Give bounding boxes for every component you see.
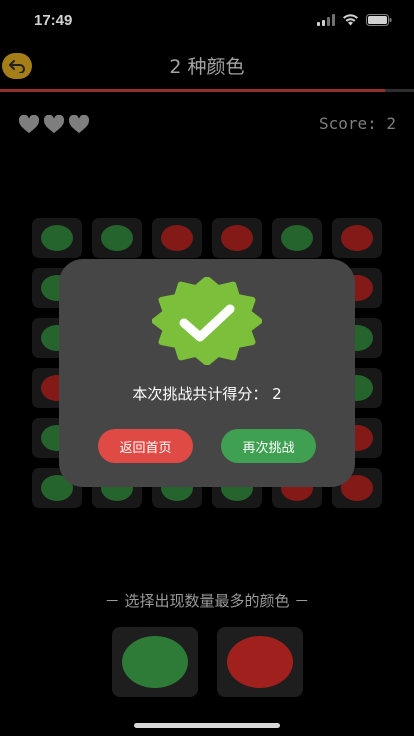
return-home-button[interactable]: 返回首页 bbox=[98, 429, 193, 463]
result-modal: 本次挑战共计得分： 2 返回首页 再次挑战 bbox=[59, 259, 355, 487]
result-score-text: 本次挑战共计得分： 2 bbox=[132, 385, 282, 403]
home-indicator bbox=[134, 723, 280, 728]
choice-red-dot bbox=[227, 636, 293, 688]
choice-red-button[interactable] bbox=[217, 627, 303, 697]
choice-green-dot bbox=[122, 636, 188, 688]
instruction-hint: － 选择出现数量最多的颜色 － bbox=[104, 592, 310, 610]
choice-green-button[interactable] bbox=[112, 627, 198, 697]
success-badge-icon bbox=[152, 277, 262, 365]
retry-button[interactable]: 再次挑战 bbox=[221, 429, 316, 463]
